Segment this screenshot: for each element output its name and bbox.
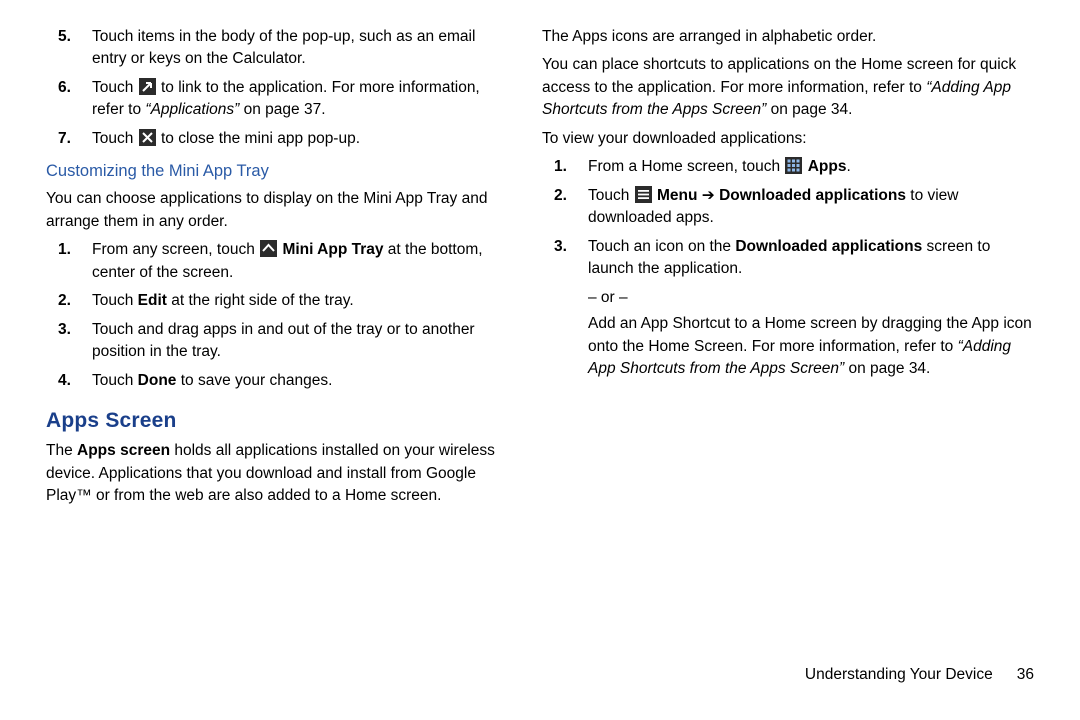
step-1: 1. From a Home screen, touch Apps.	[542, 156, 1034, 178]
step-6: 6. Touch to link to the application. For…	[46, 77, 514, 122]
paragraph: To view your downloaded applications:	[542, 128, 1034, 150]
text: Touch	[588, 187, 634, 204]
step-2: 2. Touch Menu ➔ Downloaded applications …	[542, 185, 1034, 230]
label: Apps	[808, 158, 847, 175]
label: Done	[138, 372, 177, 389]
mini-app-steps-continued: 5. Touch items in the body of the pop-up…	[46, 26, 514, 150]
step-body: Touch items in the body of the pop-up, s…	[92, 26, 514, 71]
step-3: 3. Touch and drag apps in and out of the…	[46, 319, 514, 364]
step-number: 3.	[542, 236, 588, 281]
footer-section: Understanding Your Device	[805, 666, 993, 683]
expand-icon	[139, 78, 156, 95]
text: From a Home screen, touch	[588, 158, 784, 175]
step-body: Touch and drag apps in and out of the tr…	[92, 319, 514, 364]
menu-icon	[635, 186, 652, 203]
text: .	[846, 158, 850, 175]
text: on page 37.	[239, 101, 325, 118]
step-body: From a Home screen, touch Apps.	[588, 156, 1034, 178]
label: Apps screen	[77, 442, 170, 459]
step-number: 2.	[46, 290, 92, 312]
step-5: 5. Touch items in the body of the pop-up…	[46, 26, 514, 71]
step-number: 4.	[46, 370, 92, 392]
paragraph: You can place shortcuts to applications …	[542, 54, 1034, 121]
arrow: ➔	[697, 187, 719, 204]
tray-chevron-icon	[260, 240, 277, 257]
close-icon	[139, 129, 156, 146]
step-body: From any screen, touch Mini App Tray at …	[92, 239, 514, 284]
label: Downloaded applications	[719, 187, 906, 204]
downloaded-apps-steps: 1. From a Home screen, touch Apps. 2. To…	[542, 156, 1034, 280]
text: on page 34.	[844, 360, 930, 377]
step-body: Touch Done to save your changes.	[92, 370, 514, 392]
step-number: 2.	[542, 185, 588, 230]
step-body: Touch to link to the application. For mo…	[92, 77, 514, 122]
step-3: 3. Touch an icon on the Downloaded appli…	[542, 236, 1034, 281]
paragraph: Add an App Shortcut to a Home screen by …	[588, 313, 1034, 380]
apps-grid-icon	[785, 157, 802, 174]
text: The	[46, 442, 77, 459]
step-number: 5.	[46, 26, 92, 71]
label: Edit	[138, 292, 167, 309]
heading-apps-screen: Apps Screen	[46, 406, 514, 436]
text: From any screen, touch	[92, 241, 259, 258]
text: on page 34.	[766, 101, 852, 118]
text: Touch	[92, 79, 138, 96]
right-column: The Apps icons are arranged in alphabeti…	[540, 26, 1034, 720]
text: Touch	[92, 130, 138, 147]
customizing-steps: 1. From any screen, touch Mini App Tray …	[46, 239, 514, 392]
text: Touch	[92, 372, 138, 389]
text: Touch an icon on the	[588, 238, 735, 255]
page-number: 36	[1017, 666, 1034, 683]
label: Menu	[657, 187, 697, 204]
step-number: 3.	[46, 319, 92, 364]
step-body: Touch Edit at the right side of the tray…	[92, 290, 514, 312]
step-body: Touch an icon on the Downloaded applicat…	[588, 236, 1034, 281]
label: Downloaded applications	[735, 238, 922, 255]
step-number: 6.	[46, 77, 92, 122]
step-number: 7.	[46, 128, 92, 150]
step-2: 2. Touch Edit at the right side of the t…	[46, 290, 514, 312]
text: to save your changes.	[176, 372, 332, 389]
text: Touch	[92, 292, 138, 309]
page-footer: Understanding Your Device 36	[805, 664, 1034, 686]
left-column: 5. Touch items in the body of the pop-up…	[46, 26, 540, 720]
paragraph: You can choose applications to display o…	[46, 188, 514, 233]
heading-customizing: Customizing the Mini App Tray	[46, 160, 514, 184]
text: to close the mini app pop-up.	[157, 130, 360, 147]
or-text: – or –	[588, 287, 1034, 309]
step-7: 7. Touch to close the mini app pop-up.	[46, 128, 514, 150]
step-body: Touch to close the mini app pop-up.	[92, 128, 514, 150]
paragraph: The Apps screen holds all applications i…	[46, 440, 514, 507]
step-number: 1.	[542, 156, 588, 178]
manual-page: 5. Touch items in the body of the pop-up…	[0, 0, 1080, 720]
step-4: 4. Touch Done to save your changes.	[46, 370, 514, 392]
paragraph: The Apps icons are arranged in alphabeti…	[542, 26, 1034, 48]
step-number: 1.	[46, 239, 92, 284]
label: Mini App Tray	[282, 241, 383, 258]
step-body: Touch Menu ➔ Downloaded applications to …	[588, 185, 1034, 230]
reference-link: “Applications”	[145, 101, 239, 118]
step-1: 1. From any screen, touch Mini App Tray …	[46, 239, 514, 284]
text: at the right side of the tray.	[167, 292, 354, 309]
